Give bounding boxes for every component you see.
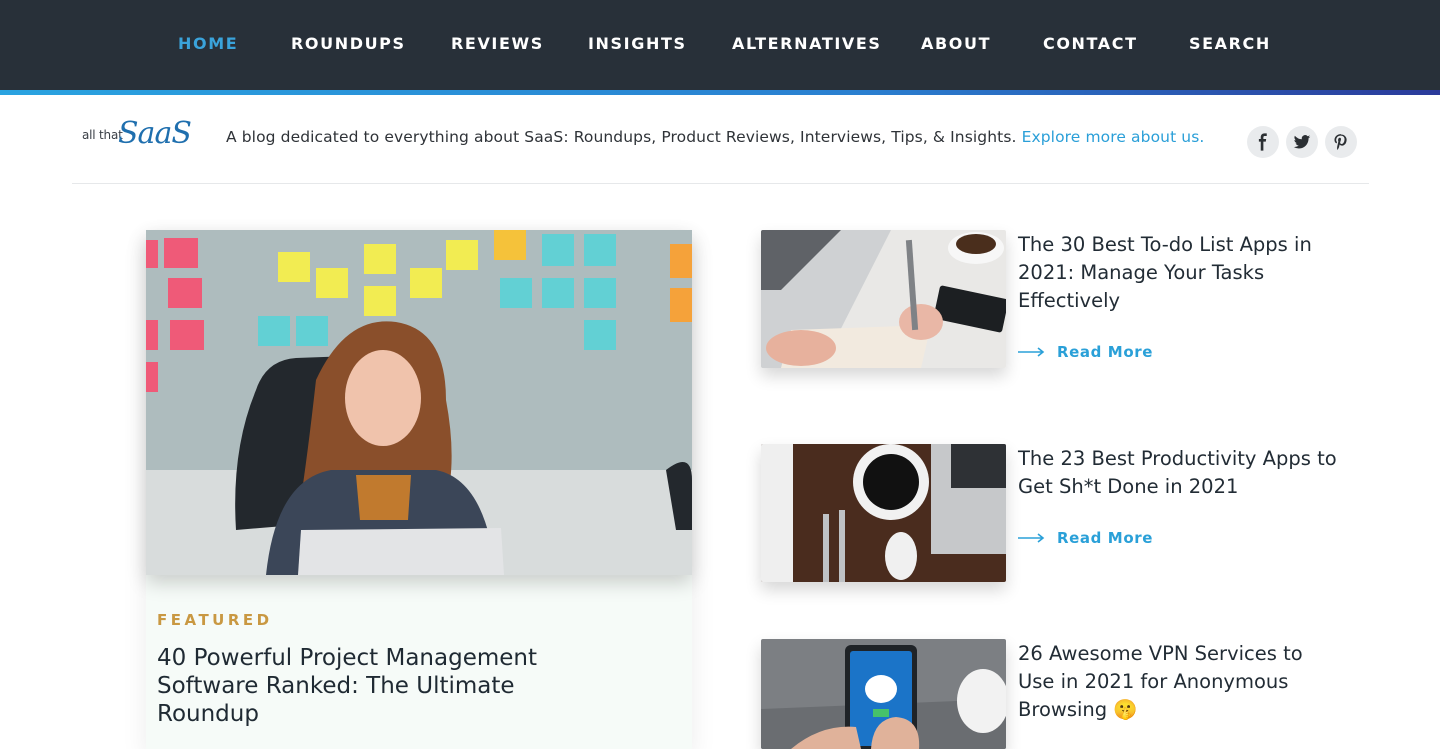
post-thumbnail[interactable]: [761, 230, 1006, 368]
post-title[interactable]: The 23 Best Productivity Apps to Get Sh*…: [1018, 445, 1338, 501]
header-divider: [72, 183, 1369, 184]
post-title[interactable]: The 30 Best To-do List Apps in 2021: Man…: [1018, 231, 1338, 315]
post-thumbnail[interactable]: [761, 444, 1006, 582]
site-tagline: A blog dedicated to everything about Saa…: [226, 128, 1204, 146]
pinterest-icon[interactable]: [1325, 126, 1357, 158]
nav-item-home[interactable]: HOME: [178, 34, 238, 53]
logo-small-text: all that: [82, 128, 123, 142]
nav-item-roundups[interactable]: ROUNDUPS: [291, 34, 406, 53]
arrow-right-icon: [1018, 533, 1045, 543]
top-navigation: HOME ROUNDUPS REVIEWS INSIGHTS ALTERNATI…: [0, 0, 1440, 90]
nav-menu: HOME ROUNDUPS REVIEWS INSIGHTS ALTERNATI…: [0, 0, 1440, 90]
nav-item-alternatives[interactable]: ALTERNATIVES: [732, 34, 882, 53]
nav-item-search[interactable]: SEARCH: [1189, 34, 1271, 53]
accent-bar: [0, 90, 1440, 95]
featured-image[interactable]: [146, 230, 692, 575]
post-thumbnail[interactable]: [761, 639, 1006, 749]
nav-item-reviews[interactable]: REVIEWS: [451, 34, 544, 53]
featured-kicker: FEATURED: [157, 611, 273, 629]
post-title[interactable]: 26 Awesome VPN Services to Use in 2021 f…: [1018, 640, 1338, 724]
nav-item-about[interactable]: ABOUT: [921, 34, 991, 53]
facebook-icon[interactable]: [1247, 126, 1279, 158]
arrow-right-icon: [1018, 347, 1045, 357]
read-more-label: Read More: [1057, 529, 1154, 547]
read-more-label: Read More: [1057, 343, 1154, 361]
about-link[interactable]: Explore more about us.: [1022, 128, 1205, 146]
logo-script-text: SaaS: [118, 116, 192, 151]
twitter-icon[interactable]: [1286, 126, 1318, 158]
nav-item-contact[interactable]: CONTACT: [1043, 34, 1138, 53]
nav-item-insights[interactable]: INSIGHTS: [588, 34, 687, 53]
site-logo[interactable]: all that SaaS: [82, 116, 192, 162]
featured-title[interactable]: 40 Powerful Project Management Software …: [157, 644, 587, 728]
read-more-link[interactable]: Read More: [1018, 343, 1153, 361]
tagline-text: A blog dedicated to everything about Saa…: [226, 128, 1017, 146]
read-more-link[interactable]: Read More: [1018, 529, 1153, 547]
